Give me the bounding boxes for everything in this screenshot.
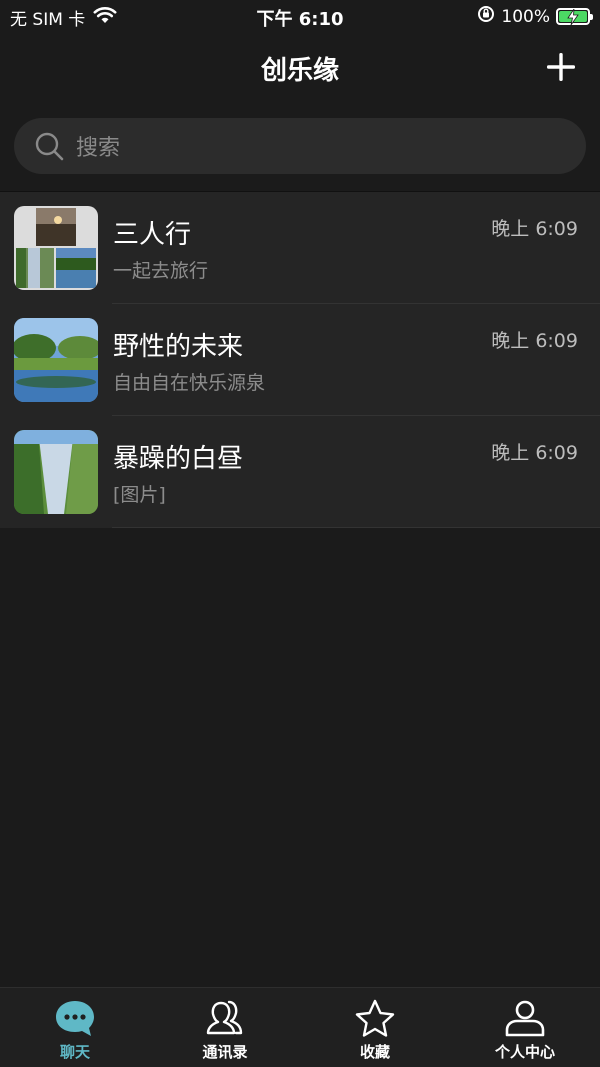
tab-label: 收藏	[359, 1043, 390, 1061]
battery-icon	[556, 8, 593, 25]
chat-time: 晚上 6:09	[491, 442, 578, 464]
chat-last-message: 一起去旅行	[113, 260, 209, 282]
chat-list-item[interactable]: 野性的未来 自由自在快乐源泉 晚上 6:09	[0, 304, 600, 416]
row-separator	[112, 527, 600, 528]
group-avatar	[14, 318, 98, 402]
add-button[interactable]	[546, 52, 576, 82]
tab-label: 聊天	[59, 1043, 90, 1061]
search-input[interactable]: 搜索	[14, 118, 586, 174]
chat-time: 晚上 6:09	[491, 330, 578, 352]
chat-list-item[interactable]: 暴躁的白昼 [图片] 晚上 6:09	[0, 416, 600, 528]
screen: 无 SIM 卡 下午 6:10 100% 创乐缘 搜索 三人行 一起去旅行 晚上…	[0, 0, 600, 1067]
search-icon	[35, 132, 64, 161]
group-avatar	[14, 206, 98, 290]
status-bar: 无 SIM 卡 下午 6:10 100%	[0, 0, 600, 34]
page-title: 创乐缘	[260, 56, 339, 86]
chat-bubble-icon	[56, 1001, 94, 1036]
battery-percent: 100%	[501, 6, 550, 27]
chat-list-item[interactable]: 三人行 一起去旅行 晚上 6:09	[0, 192, 600, 304]
charging-bolt-icon	[567, 9, 579, 25]
chat-name: 三人行	[113, 220, 192, 250]
search-placeholder: 搜索	[76, 136, 121, 161]
tab-bar: 聊天 通讯录 收藏 个人中心	[0, 987, 600, 1067]
tab-profile[interactable]: 个人中心	[450, 988, 600, 1067]
chat-list: 三人行 一起去旅行 晚上 6:09 野性的未来 自由自在快乐源泉 晚上 6:09	[0, 192, 600, 528]
chat-name: 野性的未来	[113, 332, 244, 362]
chat-time: 晚上 6:09	[491, 218, 578, 240]
contacts-icon	[206, 1000, 243, 1035]
person-icon	[505, 1000, 545, 1037]
chat-name: 暴躁的白昼	[113, 444, 244, 474]
tab-chat[interactable]: 聊天	[0, 988, 150, 1067]
tab-favorites[interactable]: 收藏	[300, 988, 450, 1067]
status-right: 100%	[477, 5, 593, 28]
chat-last-message: 自由自在快乐源泉	[113, 372, 266, 394]
nav-bar: 创乐缘	[0, 34, 600, 102]
group-avatar	[14, 430, 98, 514]
orientation-lock-icon	[477, 5, 495, 28]
tab-contacts[interactable]: 通讯录	[150, 988, 300, 1067]
plus-icon	[547, 53, 575, 81]
star-icon	[355, 999, 395, 1037]
tab-label: 个人中心	[494, 1043, 555, 1061]
tab-label: 通讯录	[202, 1043, 248, 1061]
chat-last-message: [图片]	[113, 484, 166, 506]
